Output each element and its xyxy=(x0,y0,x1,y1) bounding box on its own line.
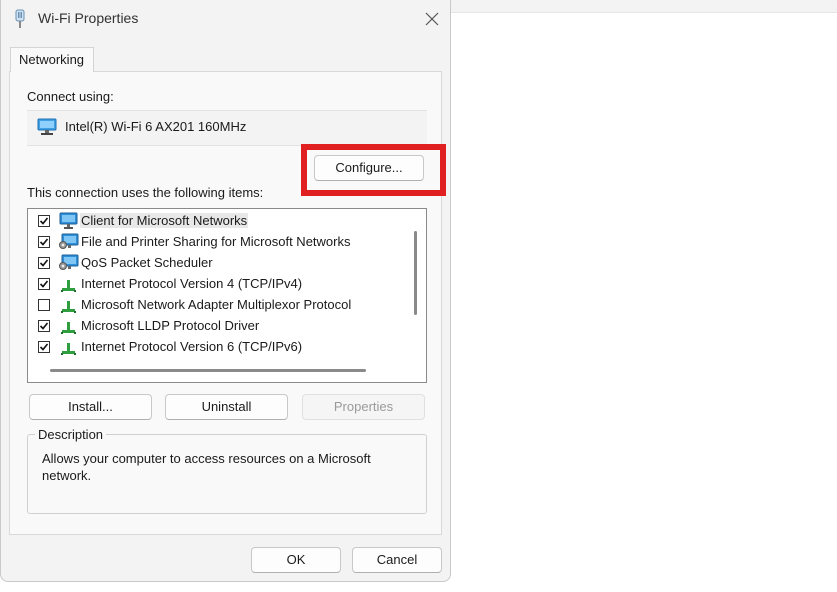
connect-using-label: Connect using: xyxy=(27,89,114,104)
list-item-lldp-driver[interactable]: Microsoft LLDP Protocol Driver xyxy=(28,316,408,337)
configure-button[interactable]: Configure... xyxy=(314,155,424,181)
checkbox-checked[interactable] xyxy=(38,320,50,332)
list-item-multiplexor-protocol[interactable]: Microsoft Network Adapter Multiplexor Pr… xyxy=(28,295,408,316)
network-service-icon xyxy=(59,254,79,272)
description-text: Allows your computer to access resources… xyxy=(42,451,371,483)
network-client-icon xyxy=(59,212,79,230)
window-title: Wi-Fi Properties xyxy=(38,10,139,26)
list-item-ipv4[interactable]: Internet Protocol Version 4 (TCP/IPv4) xyxy=(28,274,408,295)
list-item-qos-packet-scheduler[interactable]: QoS Packet Scheduler xyxy=(28,253,408,274)
checkbox-checked[interactable] xyxy=(38,215,50,227)
item-label: Microsoft Network Adapter Multiplexor Pr… xyxy=(81,297,352,312)
title-bar[interactable]: Wi-Fi Properties xyxy=(1,0,450,38)
network-service-icon xyxy=(59,233,79,251)
close-button[interactable] xyxy=(419,6,445,32)
list-item-ipv6[interactable]: Internet Protocol Version 6 (TCP/IPv6) xyxy=(28,337,408,358)
adapter-name: Intel(R) Wi-Fi 6 AX201 160MHz xyxy=(65,119,247,134)
vertical-scrollbar[interactable] xyxy=(414,231,417,315)
item-label: Internet Protocol Version 6 (TCP/IPv6) xyxy=(81,339,303,354)
horizontal-scrollbar[interactable] xyxy=(50,369,366,372)
protocol-icon xyxy=(59,296,79,314)
wifi-adapter-icon xyxy=(13,9,27,29)
item-label: QoS Packet Scheduler xyxy=(81,255,213,270)
protocol-icon xyxy=(59,275,79,293)
description-title: Description xyxy=(35,427,107,442)
item-label: Client for Microsoft Networks xyxy=(80,213,249,228)
close-icon xyxy=(425,12,439,26)
wifi-properties-dialog: Wi-Fi Properties Networking Connect usin… xyxy=(0,0,451,582)
item-label: Internet Protocol Version 4 (TCP/IPv4) xyxy=(81,276,303,291)
checkbox-unchecked[interactable] xyxy=(38,299,50,311)
adapter-display: Intel(R) Wi-Fi 6 AX201 160MHz xyxy=(27,110,427,146)
background-window-strip xyxy=(450,0,837,13)
properties-button[interactable]: Properties xyxy=(302,394,425,420)
uninstall-button[interactable]: Uninstall xyxy=(165,394,288,420)
list-item-file-and-printer-sharing[interactable]: File and Printer Sharing for Microsoft N… xyxy=(28,232,408,253)
network-adapter-icon xyxy=(36,118,58,139)
protocol-icon xyxy=(59,317,79,335)
checkbox-checked[interactable] xyxy=(38,257,50,269)
checkbox-checked[interactable] xyxy=(38,236,50,248)
install-button[interactable]: Install... xyxy=(29,394,152,420)
item-label: File and Printer Sharing for Microsoft N… xyxy=(81,234,351,249)
ok-button[interactable]: OK xyxy=(251,547,341,573)
components-list[interactable]: Client for Microsoft Networks File and P… xyxy=(27,208,427,383)
checkbox-checked[interactable] xyxy=(38,278,50,290)
items-label: This connection uses the following items… xyxy=(27,185,264,200)
protocol-icon xyxy=(59,338,79,356)
checkbox-checked[interactable] xyxy=(38,341,50,353)
cancel-button[interactable]: Cancel xyxy=(352,547,442,573)
list-item-client-for-microsoft-networks[interactable]: Client for Microsoft Networks xyxy=(28,211,408,232)
tab-networking[interactable]: Networking xyxy=(10,47,94,72)
item-label: Microsoft LLDP Protocol Driver xyxy=(81,318,260,333)
